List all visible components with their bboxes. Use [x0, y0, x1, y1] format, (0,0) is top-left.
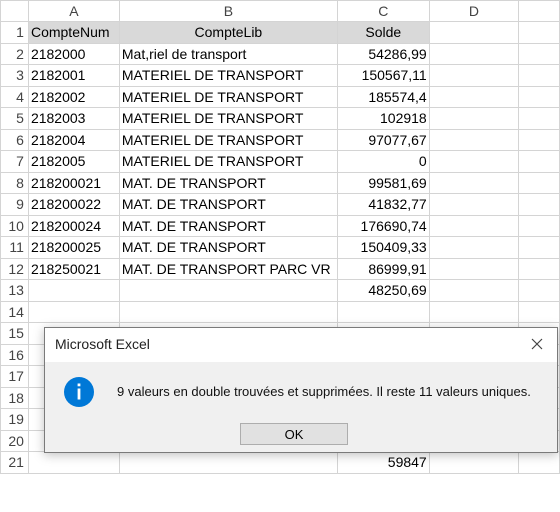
- close-icon[interactable]: [523, 332, 551, 356]
- info-icon: [64, 377, 94, 407]
- ok-button[interactable]: OK: [240, 423, 348, 445]
- dialog-overlay: Microsoft Excel 9 valeurs en double trou…: [0, 0, 560, 512]
- dialog-body: 9 valeurs en double trouvées et supprimé…: [45, 362, 557, 418]
- dialog-footer: OK: [45, 418, 557, 452]
- message-dialog: Microsoft Excel 9 valeurs en double trou…: [44, 327, 558, 453]
- dialog-title: Microsoft Excel: [55, 336, 150, 352]
- dialog-message: 9 valeurs en double trouvées et supprimé…: [117, 384, 531, 399]
